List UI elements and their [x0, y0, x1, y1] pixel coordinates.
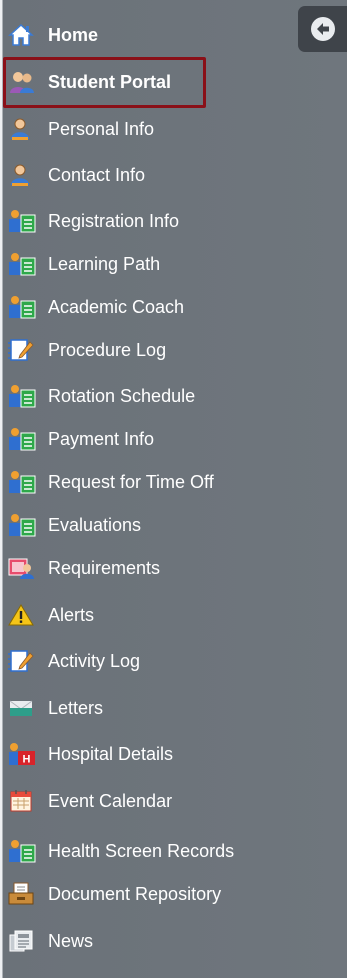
- sidebar-item-contact-info[interactable]: Contact Info: [8, 157, 145, 193]
- clipboard-person-icon: [8, 208, 38, 234]
- sidebar-item-alerts[interactable]: Alerts: [8, 597, 94, 633]
- collapse-sidebar-button[interactable]: [298, 6, 347, 52]
- sidebar-item-label: Rotation Schedule: [48, 386, 196, 406]
- sidebar-item-health-screen-records[interactable]: Health Screen Records: [8, 833, 234, 869]
- sidebar-item-event-calendar[interactable]: Event Calendar: [8, 783, 172, 819]
- sidebar-item-payment-info[interactable]: Payment Info: [8, 421, 154, 457]
- sidebar-item-home[interactable]: Home: [8, 17, 98, 53]
- sidebar-item-label: Academic Coach: [48, 297, 185, 317]
- sidebar-item-procedure-log[interactable]: Procedure Log: [8, 332, 166, 368]
- sidebar-item-label: Home: [48, 25, 99, 45]
- student-portal-icon: [8, 69, 38, 95]
- sidebar-item-label: Requirements: [48, 558, 161, 578]
- notebook-pen-icon: [8, 648, 38, 674]
- sidebar-item-learning-path[interactable]: Learning Path: [8, 246, 160, 282]
- sidebar-item-news[interactable]: News: [8, 923, 93, 959]
- clipboard-person-icon: [8, 294, 38, 320]
- sidebar-item-label: Activity Log: [48, 651, 141, 671]
- clipboard-person-icon: [8, 251, 38, 277]
- sidebar-item-label: News: [48, 931, 94, 951]
- sidebar-item-label: Student Portal: [48, 72, 172, 92]
- sidebar-item-label: Learning Path: [48, 254, 161, 274]
- sidebar-item-rotation-schedule[interactable]: Rotation Schedule: [8, 378, 195, 414]
- sidebar-item-label: Health Screen Records: [48, 841, 235, 861]
- sidebar-item-label: Payment Info: [48, 429, 155, 449]
- sidebar-item-label: Personal Info: [48, 119, 155, 139]
- hospital-icon: H: [8, 741, 38, 767]
- sidebar-item-letters[interactable]: Letters: [8, 690, 103, 726]
- sidebar-item-request-time-off[interactable]: Request for Time Off: [8, 464, 214, 500]
- sidebar-item-student-portal[interactable]: Student Portal: [8, 64, 171, 100]
- sidebar-item-label: Registration Info: [48, 211, 180, 231]
- person-icon: [8, 116, 38, 142]
- clipboard-person-icon: [8, 383, 38, 409]
- sidebar-nav: Home Student Portal Personal Info Contac…: [0, 0, 347, 978]
- sidebar-item-personal-info[interactable]: Personal Info: [8, 111, 154, 147]
- notebook-pen-icon: [8, 337, 38, 363]
- sidebar-item-label: Procedure Log: [48, 340, 167, 360]
- sidebar-item-evaluations[interactable]: Evaluations: [8, 507, 141, 543]
- sidebar-item-academic-coach[interactable]: Academic Coach: [8, 289, 184, 325]
- sidebar-item-label: Evaluations: [48, 515, 142, 535]
- sidebar-item-hospital-details[interactable]: H Hospital Details: [8, 736, 173, 772]
- requirements-icon: [8, 555, 38, 581]
- sidebar-item-label: Contact Info: [48, 165, 146, 185]
- sidebar-item-registration-info[interactable]: Registration Info: [8, 203, 179, 239]
- sidebar-item-label: Request for Time Off: [48, 472, 214, 492]
- clipboard-person-icon: [8, 469, 38, 495]
- home-icon: [8, 22, 38, 48]
- arrow-left-icon: [309, 15, 337, 43]
- sidebar-item-label: Alerts: [48, 605, 95, 625]
- document-repository-icon: [8, 881, 38, 907]
- sidebar-item-label: Hospital Details: [48, 744, 174, 764]
- sidebar-item-label: Document Repository: [48, 884, 222, 904]
- letter-icon: [8, 695, 38, 721]
- sidebar-item-activity-log[interactable]: Activity Log: [8, 643, 140, 679]
- calendar-icon: [8, 788, 38, 814]
- news-icon: [8, 928, 38, 954]
- sidebar-item-label: Event Calendar: [48, 791, 173, 811]
- sidebar-item-document-repository[interactable]: Document Repository: [8, 876, 221, 912]
- person-icon: [8, 162, 38, 188]
- sidebar-item-requirements[interactable]: Requirements: [8, 550, 160, 586]
- clipboard-person-icon: [8, 838, 38, 864]
- clipboard-person-icon: [8, 426, 38, 452]
- warning-icon: [8, 602, 38, 628]
- svg-text:H: H: [23, 754, 31, 766]
- sidebar-item-label: Letters: [48, 698, 104, 718]
- clipboard-person-icon: [8, 512, 38, 538]
